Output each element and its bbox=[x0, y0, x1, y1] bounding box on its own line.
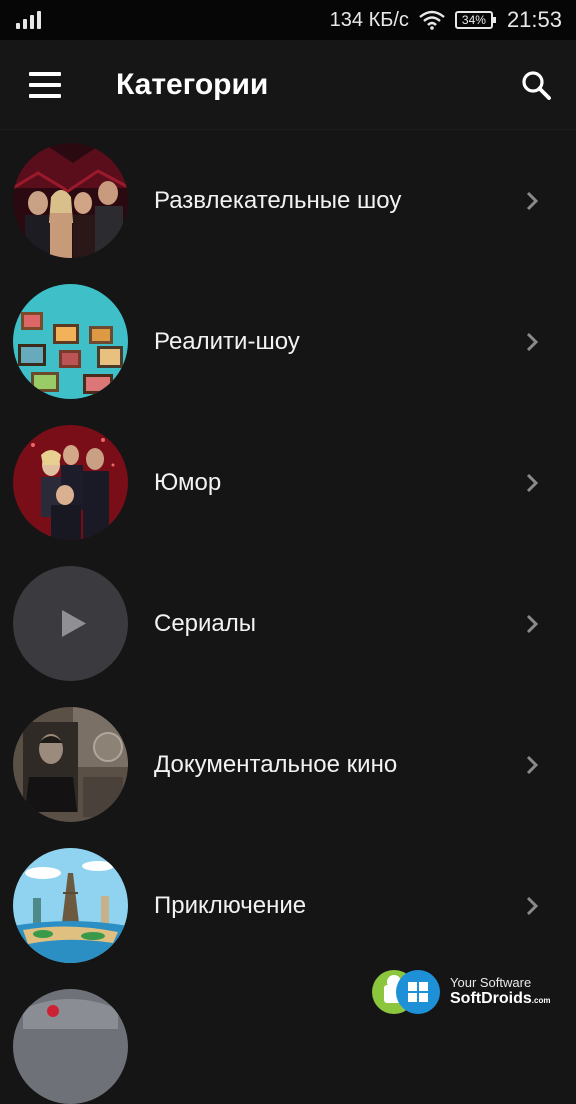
category-label: Документальное кино bbox=[154, 750, 398, 778]
chevron-right-icon bbox=[526, 473, 539, 492]
page-title: Категории bbox=[116, 67, 269, 101]
signal-icon bbox=[16, 11, 41, 29]
category-item-humor[interactable]: Юмор bbox=[0, 412, 576, 553]
watermark-line1: Your Software bbox=[450, 975, 532, 991]
adventure-image bbox=[13, 848, 128, 963]
softdroids-logo-icon bbox=[372, 970, 440, 1014]
chevron-right-icon bbox=[526, 191, 539, 210]
status-bar: 134 КБ/с 34% 21:53 bbox=[0, 0, 576, 40]
watermark-brand: SoftDroids bbox=[450, 990, 532, 1008]
menu-icon bbox=[29, 71, 61, 76]
watermark-text: Your Software SoftDroids.com bbox=[450, 975, 550, 1008]
category-label: Юмор bbox=[154, 468, 222, 496]
battery-icon: 34% bbox=[454, 11, 496, 29]
partial-thumbnail-image bbox=[13, 989, 128, 1104]
category-item-entertainment[interactable]: Развлекательные шоу bbox=[0, 130, 576, 271]
category-item-documentary[interactable]: Документальное кино bbox=[0, 694, 576, 835]
menu-button[interactable] bbox=[0, 40, 90, 130]
category-list: Развлекательные шоу Реалити-шоу Юмор Сер… bbox=[0, 130, 576, 1104]
series-image bbox=[13, 566, 128, 681]
humor-image bbox=[13, 425, 128, 540]
category-label: Развлекательные шоу bbox=[154, 186, 402, 214]
chevron-right-icon bbox=[526, 896, 539, 915]
app-bar: Категории bbox=[0, 40, 576, 130]
documentary-image bbox=[13, 707, 128, 822]
battery-percent: 34% bbox=[461, 13, 486, 27]
watermark-line2: SoftDroids.com bbox=[450, 990, 550, 1008]
category-label: Сериалы bbox=[154, 609, 257, 637]
category-item-reality[interactable]: Реалити-шоу bbox=[0, 271, 576, 412]
watermark: Your Software SoftDroids.com bbox=[372, 966, 572, 1018]
search-button[interactable] bbox=[496, 40, 576, 130]
chevron-right-icon bbox=[526, 332, 539, 351]
reality-show-image bbox=[13, 284, 128, 399]
clock: 21:53 bbox=[506, 7, 562, 32]
search-icon bbox=[522, 70, 551, 100]
entertainment-show-image bbox=[13, 143, 128, 258]
wifi-icon bbox=[419, 10, 445, 30]
category-item-series[interactable]: Сериалы bbox=[0, 553, 576, 694]
watermark-suffix: .com bbox=[531, 996, 551, 1006]
play-icon bbox=[62, 610, 86, 637]
category-label: Приключение bbox=[154, 891, 307, 919]
chevron-right-icon bbox=[526, 755, 539, 774]
chevron-right-icon bbox=[526, 614, 539, 633]
category-item-adventure[interactable]: Приключение bbox=[0, 835, 576, 976]
category-label: Реалити-шоу bbox=[154, 327, 300, 355]
network-speed: 134 КБ/с bbox=[329, 8, 409, 31]
status-right: 134 КБ/с 34% 21:53 bbox=[330, 7, 562, 33]
